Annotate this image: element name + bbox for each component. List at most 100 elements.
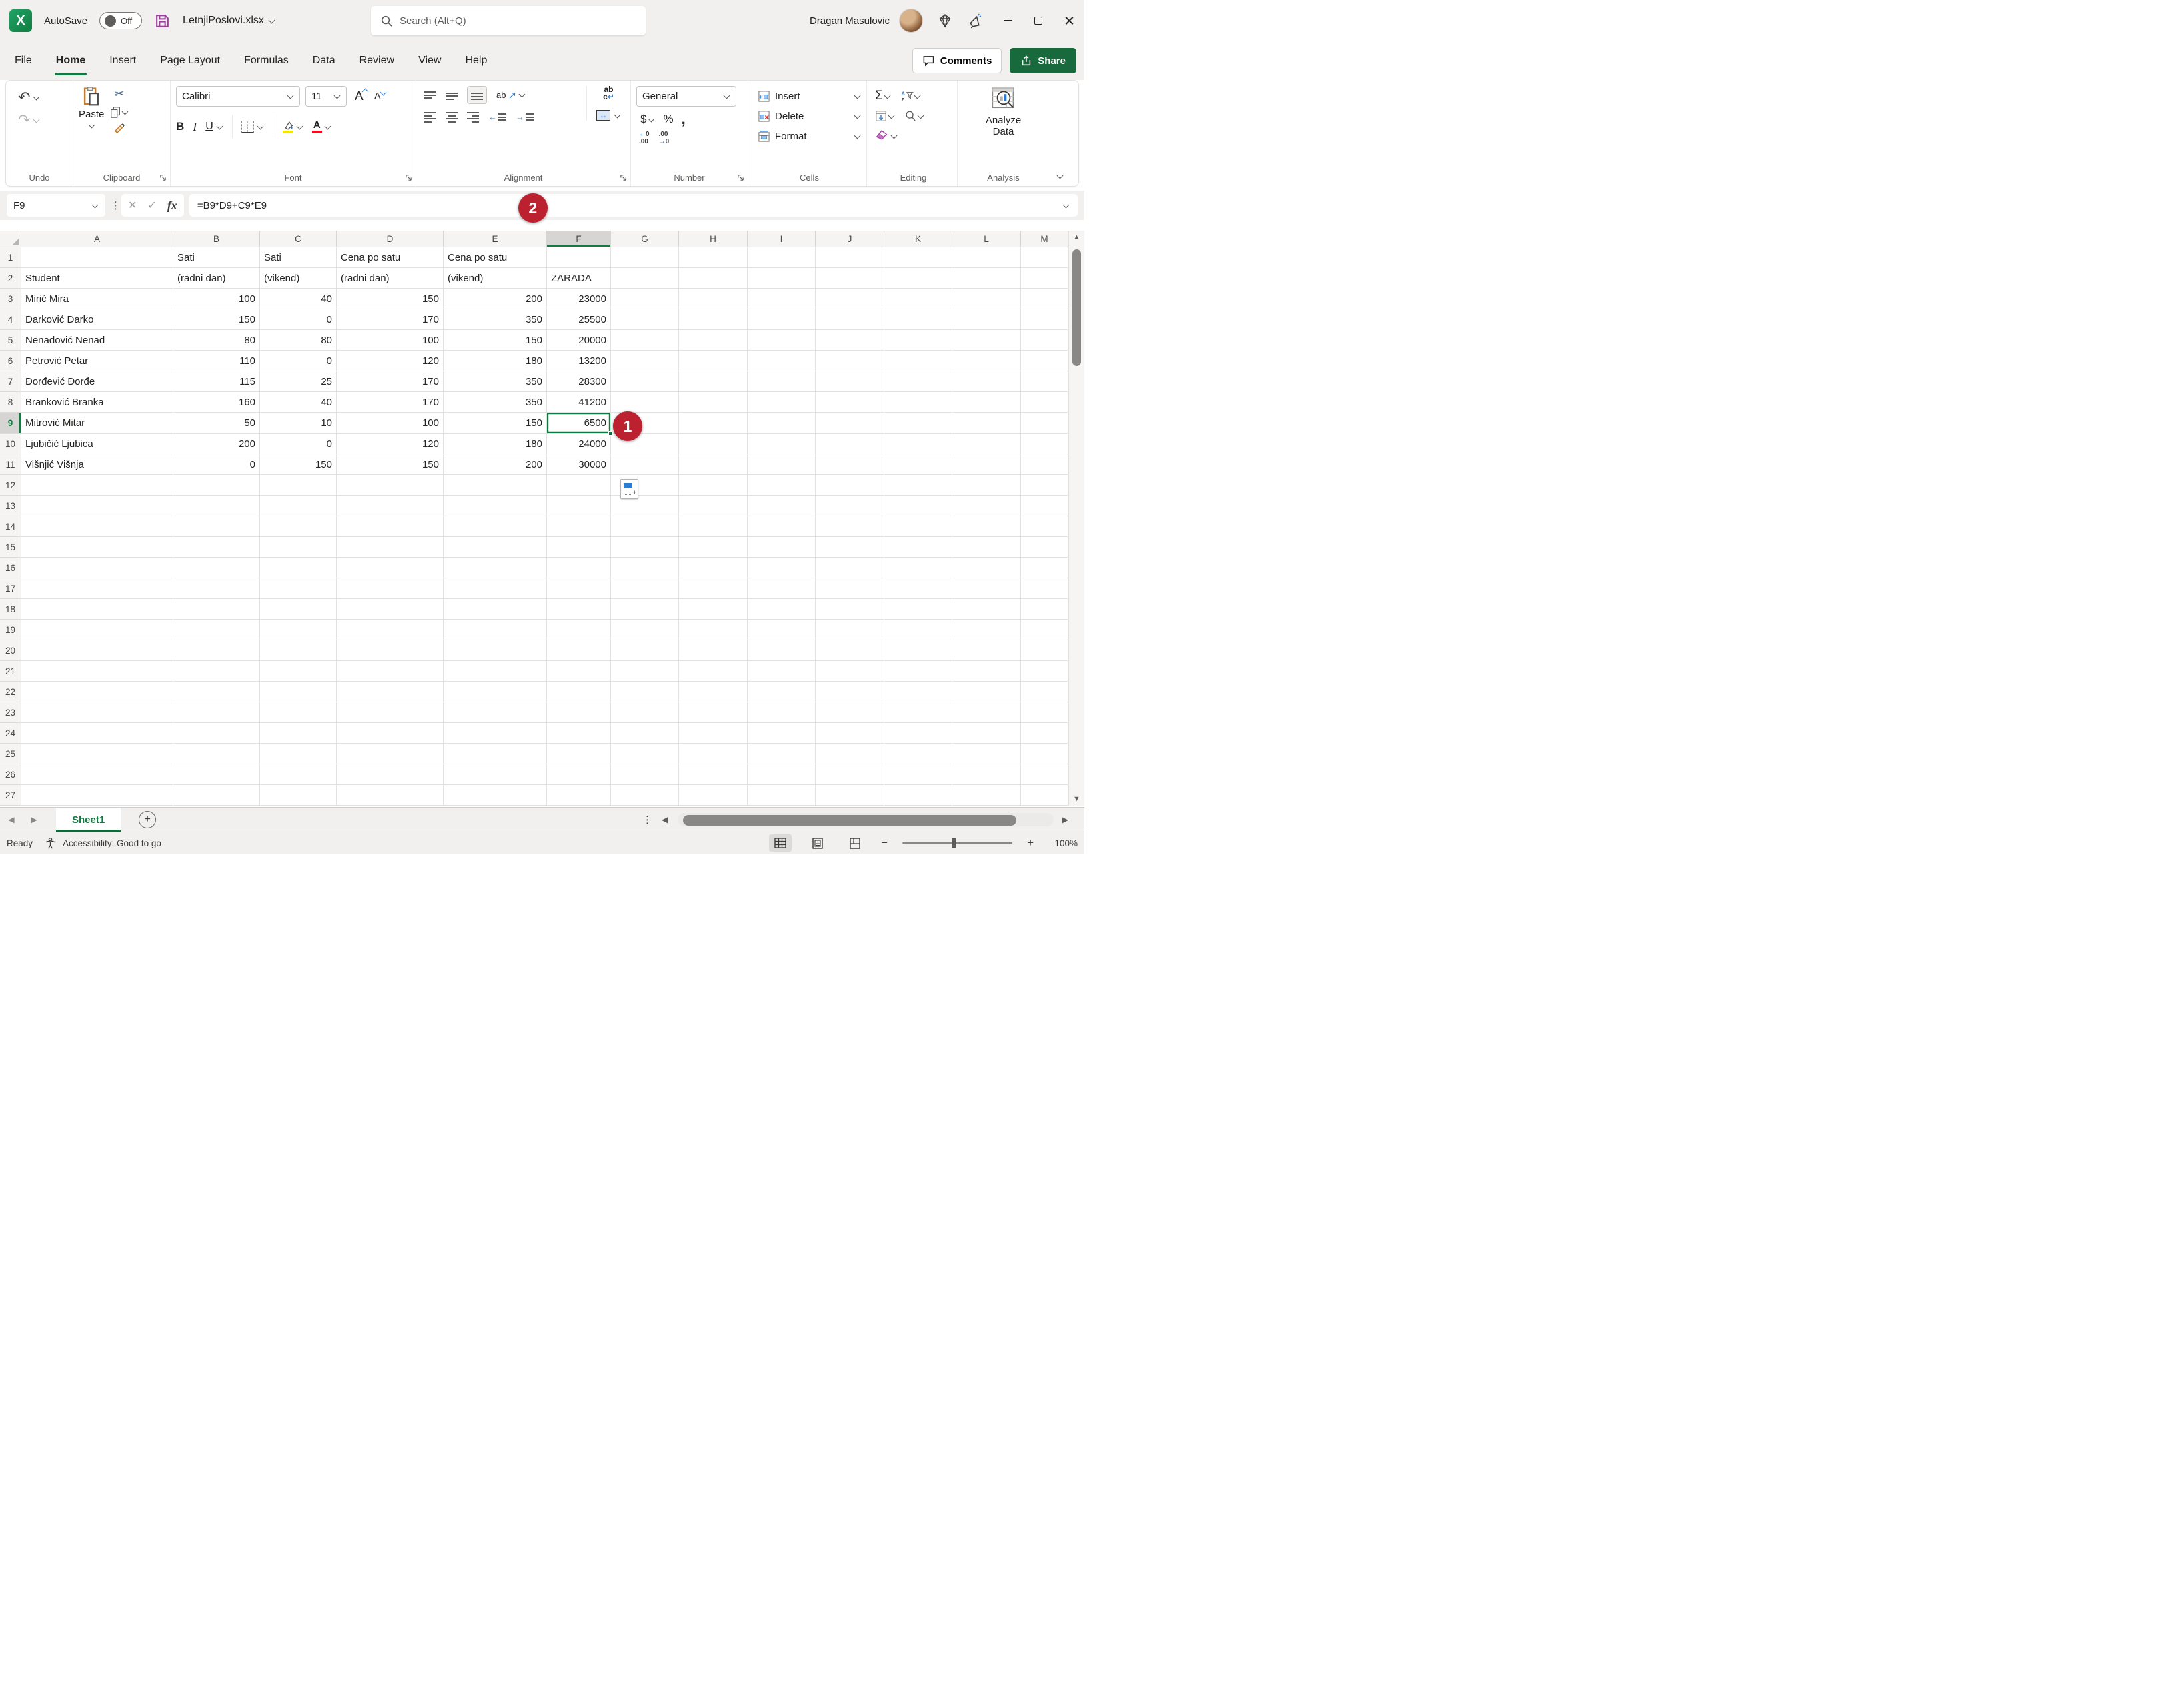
increase-indent-button[interactable]: → — [516, 112, 534, 122]
cell-L20[interactable] — [952, 640, 1021, 661]
row-header-27[interactable]: 27 — [0, 785, 21, 806]
cell-J9[interactable] — [816, 413, 884, 434]
cell-K13[interactable] — [884, 496, 952, 516]
row-header-24[interactable]: 24 — [0, 723, 21, 744]
cell-K23[interactable] — [884, 702, 952, 723]
cell-G21[interactable] — [611, 661, 679, 682]
cell-B6[interactable]: 110 — [173, 351, 260, 371]
cell-M14[interactable] — [1021, 516, 1068, 537]
row-header-10[interactable]: 10 — [0, 434, 21, 454]
row-header-6[interactable]: 6 — [0, 351, 21, 371]
cell-L26[interactable] — [952, 764, 1021, 785]
cell-H6[interactable] — [679, 351, 748, 371]
fill-button[interactable] — [875, 110, 895, 122]
cell-B16[interactable] — [173, 558, 260, 578]
auto-fill-options-button[interactable] — [620, 479, 638, 499]
tab-data[interactable]: Data — [313, 41, 335, 80]
cell-C6[interactable]: 0 — [260, 351, 337, 371]
cell-I17[interactable] — [748, 578, 816, 599]
cell-H11[interactable] — [679, 454, 748, 475]
cell-A17[interactable] — [21, 578, 173, 599]
cell-B2[interactable]: (radni dan) — [173, 268, 260, 289]
cell-C17[interactable] — [260, 578, 337, 599]
cell-H18[interactable] — [679, 599, 748, 620]
cell-I15[interactable] — [748, 537, 816, 558]
cell-J17[interactable] — [816, 578, 884, 599]
cell-B1[interactable]: Sati — [173, 247, 260, 268]
decrease-font-size-button[interactable]: A — [372, 89, 387, 102]
zoom-slider-thumb[interactable] — [952, 837, 956, 848]
cell-F23[interactable] — [547, 702, 611, 723]
cell-L6[interactable] — [952, 351, 1021, 371]
cell-E23[interactable] — [444, 702, 547, 723]
cell-M17[interactable] — [1021, 578, 1068, 599]
cell-L24[interactable] — [952, 723, 1021, 744]
sheet-tab-sheet1[interactable]: Sheet1 — [56, 808, 122, 832]
cell-E22[interactable] — [444, 682, 547, 702]
cell-L23[interactable] — [952, 702, 1021, 723]
font-size-select[interactable]: 11 — [305, 86, 347, 107]
cell-C26[interactable] — [260, 764, 337, 785]
number-dialog-launcher[interactable] — [737, 174, 744, 181]
italic-button[interactable]: I — [193, 120, 197, 134]
cell-H20[interactable] — [679, 640, 748, 661]
cell-I12[interactable] — [748, 475, 816, 496]
row-header-4[interactable]: 4 — [0, 309, 21, 330]
cell-J15[interactable] — [816, 537, 884, 558]
cell-G25[interactable] — [611, 744, 679, 764]
cell-H14[interactable] — [679, 516, 748, 537]
name-box[interactable]: F9 — [7, 194, 105, 217]
cell-H8[interactable] — [679, 392, 748, 413]
cell-J4[interactable] — [816, 309, 884, 330]
cell-J11[interactable] — [816, 454, 884, 475]
cell-M7[interactable] — [1021, 371, 1068, 392]
cell-A22[interactable] — [21, 682, 173, 702]
column-header-I[interactable]: I — [748, 231, 816, 247]
orientation-button[interactable]: ab ↗ — [496, 89, 526, 101]
scroll-down-icon[interactable]: ▼ — [1069, 795, 1084, 803]
font-color-button[interactable]: A — [311, 120, 331, 133]
cell-G22[interactable] — [611, 682, 679, 702]
cell-H1[interactable] — [679, 247, 748, 268]
cell-M25[interactable] — [1021, 744, 1068, 764]
expand-formula-bar-icon[interactable] — [1062, 201, 1070, 208]
cell-M20[interactable] — [1021, 640, 1068, 661]
column-header-F[interactable]: F — [547, 231, 611, 247]
analyze-data-button[interactable]: Analyze Data — [986, 86, 1021, 137]
fill-color-button[interactable] — [282, 121, 303, 133]
cell-G16[interactable] — [611, 558, 679, 578]
share-button[interactable]: Share — [1010, 48, 1076, 73]
cell-G15[interactable] — [611, 537, 679, 558]
cell-D13[interactable] — [337, 496, 444, 516]
cell-F13[interactable] — [547, 496, 611, 516]
row-header-9[interactable]: 9 — [0, 413, 21, 434]
sort-filter-button[interactable]: AZ — [900, 90, 921, 103]
cell-B3[interactable]: 100 — [173, 289, 260, 309]
cell-E13[interactable] — [444, 496, 547, 516]
row-header-1[interactable]: 1 — [0, 247, 21, 268]
cell-G23[interactable] — [611, 702, 679, 723]
cell-L11[interactable] — [952, 454, 1021, 475]
cell-F6[interactable]: 13200 — [547, 351, 611, 371]
cell-D12[interactable] — [337, 475, 444, 496]
close-button[interactable] — [1054, 0, 1084, 41]
cell-F15[interactable] — [547, 537, 611, 558]
cell-A20[interactable] — [21, 640, 173, 661]
cell-E20[interactable] — [444, 640, 547, 661]
cell-E14[interactable] — [444, 516, 547, 537]
vertical-scroll-thumb[interactable] — [1072, 249, 1081, 366]
cell-I14[interactable] — [748, 516, 816, 537]
cell-E1[interactable]: Cena po satu — [444, 247, 547, 268]
column-header-M[interactable]: M — [1021, 231, 1068, 247]
cell-E6[interactable]: 180 — [444, 351, 547, 371]
cell-E7[interactable]: 350 — [444, 371, 547, 392]
collapse-ribbon-button[interactable] — [1056, 172, 1064, 179]
cell-C2[interactable]: (vikend) — [260, 268, 337, 289]
row-header-26[interactable]: 26 — [0, 764, 21, 785]
cell-E27[interactable] — [444, 785, 547, 806]
cell-M5[interactable] — [1021, 330, 1068, 351]
scroll-up-icon[interactable]: ▲ — [1069, 233, 1084, 241]
cell-M3[interactable] — [1021, 289, 1068, 309]
cell-L13[interactable] — [952, 496, 1021, 516]
cell-K10[interactable] — [884, 434, 952, 454]
